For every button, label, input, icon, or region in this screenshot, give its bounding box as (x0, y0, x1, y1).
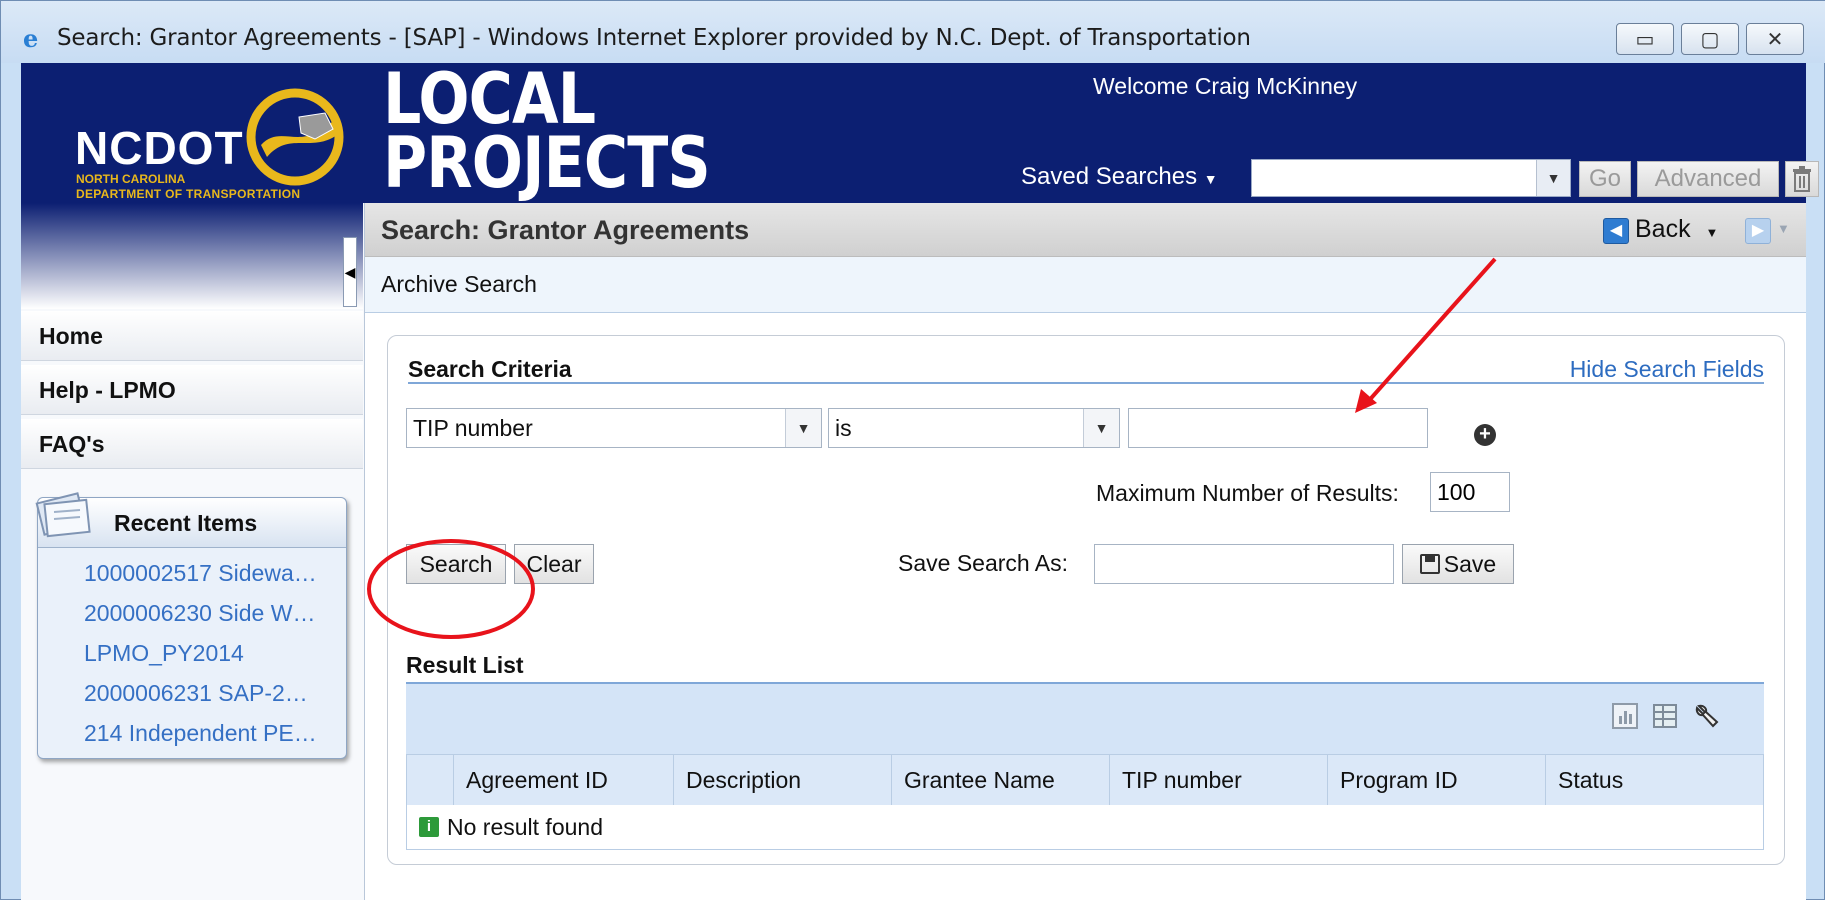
result-table-header: Agreement ID Description Grantee Name TI… (407, 755, 1763, 805)
search-criteria-title: Search Criteria (408, 356, 572, 382)
column-header[interactable]: Grantee Name (891, 755, 1109, 805)
ncdot-seal-icon (246, 88, 344, 186)
hide-search-fields-link[interactable]: Hide Search Fields (1570, 356, 1764, 383)
empty-result-text: No result found (447, 814, 603, 840)
search-button[interactable]: Search (406, 544, 506, 584)
ncdot-logo[interactable]: NCDOT NORTH CAROLINA DEPARTMENT OF TRANS… (51, 71, 361, 201)
column-header[interactable]: Status (1545, 755, 1763, 805)
max-results-label: Maximum Number of Results: (1096, 480, 1399, 506)
search-panel: Search Criteria Hide Search Fields TIP n… (387, 335, 1785, 865)
page-title-bar: Search: Grantor Agreements ◀ Back ▼ ▶ ▼ (365, 203, 1806, 257)
recent-item[interactable]: 2000006230 Side W… (84, 600, 315, 627)
sub-title-bar: Archive Search (365, 257, 1806, 313)
spreadsheet-export-icon[interactable] (1650, 702, 1680, 732)
recent-items-title: Recent Items (114, 510, 258, 536)
window-title: Search: Grantor Agreements - [SAP] - Win… (57, 25, 1251, 51)
trash-button[interactable] (1785, 161, 1819, 197)
save-search-as-label: Save Search As: (898, 550, 1069, 576)
criteria-value-input[interactable] (1128, 408, 1428, 448)
chart-icon[interactable] (1610, 702, 1640, 732)
result-list-title: Result List (406, 652, 524, 678)
column-header[interactable]: Program ID (1327, 755, 1545, 805)
add-criteria-icon[interactable]: + (1474, 424, 1496, 446)
trash-icon (1793, 166, 1811, 192)
sidebar-item-help-lpmo[interactable]: Help - LPMO (21, 365, 363, 415)
app-title-line-2: PROJECTS (383, 122, 711, 204)
welcome-text: Welcome Craig McKinney (1093, 73, 1358, 99)
search-criteria-header: Search Criteria Hide Search Fields (408, 356, 1764, 384)
saved-searches-menu[interactable]: Saved Searches ▼ (1021, 163, 1218, 191)
column-header[interactable]: Description (673, 755, 891, 805)
save-button[interactable]: Save (1402, 544, 1514, 584)
field-select-value: TIP number (413, 415, 533, 441)
field-select[interactable]: TIP number ▼ (406, 408, 822, 448)
operator-select-value: is (835, 415, 852, 441)
recent-items-header: Recent Items (35, 492, 346, 548)
forward-arrow-icon[interactable]: ▶ (1745, 218, 1771, 244)
result-list-toolbar (406, 682, 1764, 754)
column-header[interactable]: Agreement ID (453, 755, 673, 805)
wrench-settings-icon[interactable] (1692, 702, 1722, 732)
sidebar-item-home[interactable]: Home (21, 311, 363, 361)
recent-item[interactable]: 1000002517 Sidewa… (84, 560, 317, 587)
logo-text: NCDOT (75, 122, 244, 174)
archive-search-label: Archive Search (381, 271, 537, 297)
collapse-sidebar-button[interactable]: ◀ (343, 237, 357, 307)
advanced-button[interactable]: Advanced (1637, 161, 1779, 197)
main-content: Search: Grantor Agreements ◀ Back ▼ ▶ ▼ … (365, 203, 1806, 900)
documents-icon (35, 492, 91, 538)
title-bar: e Search: Grantor Agreements - [SAP] - W… (1, 1, 1825, 63)
chevron-down-icon[interactable]: ▼ (1777, 221, 1790, 236)
browser-window: e Search: Grantor Agreements - [SAP] - W… (0, 0, 1825, 900)
app-header: NCDOT NORTH CAROLINA DEPARTMENT OF TRANS… (21, 63, 1819, 204)
clear-button[interactable]: Clear (514, 544, 594, 584)
go-button[interactable]: Go (1579, 161, 1631, 197)
recent-item[interactable]: 2000006231 SAP-2… (84, 680, 308, 707)
close-button[interactable]: ✕ (1746, 23, 1804, 55)
sidebar-gradient (21, 203, 363, 309)
chevron-down-icon[interactable]: ▼ (785, 409, 821, 447)
chevron-down-icon: ▼ (1203, 171, 1218, 187)
chevron-down-icon[interactable]: ▼ (1706, 225, 1719, 240)
saved-searches-select[interactable]: ▼ (1251, 159, 1571, 197)
chevron-down-icon[interactable]: ▼ (1536, 160, 1570, 196)
back-button[interactable]: Back ▼ (1635, 215, 1718, 244)
save-button-label: Save (1443, 551, 1497, 577)
page-title: Search: Grantor Agreements (381, 215, 750, 245)
sidebar: Home Help - LPMO FAQ's Recent Items 1000… (21, 203, 365, 900)
operator-select[interactable]: is ▼ (828, 408, 1120, 448)
sidebar-item-faqs[interactable]: FAQ's (21, 419, 363, 469)
minimize-button[interactable]: ▭ (1616, 23, 1674, 55)
recent-items-panel: Recent Items 1000002517 Sidewa… 20000062… (35, 492, 347, 759)
save-search-as-input[interactable] (1094, 544, 1394, 584)
max-results-input[interactable]: 100 (1430, 472, 1510, 512)
empty-result-row: i No result found (407, 805, 1763, 849)
chevron-down-icon[interactable]: ▼ (1083, 409, 1119, 447)
internet-explorer-icon: e (23, 24, 39, 53)
column-header-select[interactable] (407, 755, 453, 805)
recent-item[interactable]: 214 Independent PE… (84, 720, 317, 747)
maximize-button[interactable]: ▢ (1681, 23, 1739, 55)
app-title: LOCAL PROJECTS (383, 64, 711, 204)
back-arrow-icon[interactable]: ◀ (1603, 218, 1629, 244)
logo-subtitle-1: NORTH CAROLINA (76, 172, 186, 186)
result-table: Agreement ID Description Grantee Name TI… (406, 754, 1764, 850)
column-header[interactable]: TIP number (1109, 755, 1327, 805)
back-label: Back (1635, 215, 1691, 243)
saved-searches-label: Saved Searches (1021, 163, 1198, 190)
recent-item[interactable]: LPMO_PY2014 (84, 640, 244, 667)
info-icon: i (419, 817, 439, 837)
floppy-disk-icon (1419, 554, 1440, 574)
